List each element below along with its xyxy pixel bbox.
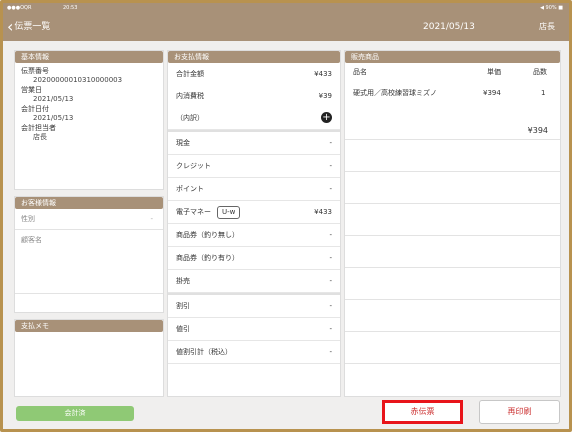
- discount-row[interactable]: 割引 -: [168, 295, 340, 318]
- items-subtotal: ¥394: [527, 126, 548, 135]
- reprint-button[interactable]: 再印刷: [479, 400, 560, 424]
- divider: [345, 203, 560, 204]
- table-header: 品名 単価 品数: [345, 63, 560, 81]
- reduction-total-label: 値割引計（税込）: [176, 348, 232, 356]
- reduction-label: 値引: [176, 325, 190, 333]
- slip-number-label: 伝票番号: [21, 67, 49, 75]
- sales-items-header: 販売商品: [345, 51, 560, 63]
- voucher-change-row[interactable]: 商品券（釣り有り） -: [168, 247, 340, 270]
- divider: [15, 293, 163, 294]
- divider: [345, 299, 560, 300]
- credit-value: -: [329, 162, 332, 170]
- voucher-nochange-label: 商品券（釣り無し）: [176, 231, 239, 239]
- cashier-value: 店長: [33, 133, 47, 141]
- carrier-text: ●●●OQR: [7, 5, 32, 11]
- reduction-row[interactable]: 値引 -: [168, 318, 340, 341]
- payment-memo-panel: 支払メモ: [14, 319, 164, 397]
- gender-value: -: [150, 215, 153, 223]
- status-bar: ●●●OQR 20:53 ◀ 90% ■: [3, 3, 569, 13]
- breakdown-label: （内訳）: [176, 114, 204, 122]
- credit-sale-value: -: [329, 277, 332, 285]
- business-date-label: 営業日: [21, 86, 42, 94]
- gender-field[interactable]: 性別 -: [15, 209, 163, 230]
- payment-info-header: お支払情報: [168, 51, 340, 63]
- emoney-brand-badge: U-w: [217, 205, 241, 219]
- credit-sale-row[interactable]: 掛売 -: [168, 270, 340, 293]
- tax-value: ¥39: [318, 92, 332, 100]
- table-row[interactable]: 硬式用／高校練習球ミズノ ¥394 1: [345, 81, 560, 105]
- credit-label: クレジット: [176, 162, 211, 170]
- point-row[interactable]: ポイント -: [168, 178, 340, 201]
- payment-info-panel: お支払情報 合計金額 ¥433 内消費税 ¥39 （内訳） + 現金 - クレジ…: [167, 50, 341, 397]
- basic-info-panel: 基本情報 伝票番号 20200000010310000003 営業日 2021/…: [14, 50, 164, 190]
- customer-info-header: お客様情報: [15, 197, 163, 209]
- credit-row[interactable]: クレジット -: [168, 155, 340, 178]
- total-label: 合計金額: [176, 70, 204, 78]
- plus-circle-icon[interactable]: +: [321, 112, 332, 123]
- back-label: 伝票一覧: [14, 22, 51, 32]
- reduction-total-row: 値割引計（税込） -: [168, 341, 340, 364]
- credit-sale-label: 掛売: [176, 277, 190, 285]
- voucher-nochange-row[interactable]: 商品券（釣り無し） -: [168, 224, 340, 247]
- divider: [345, 267, 560, 268]
- emoney-value: ¥433: [314, 208, 332, 216]
- column-price: 単価: [487, 68, 501, 76]
- reduction-total-value: -: [329, 348, 332, 356]
- app-window: ●●●OQR 20:53 ◀ 90% ■ ‹伝票一覧 2021/05/13 店長…: [0, 0, 572, 432]
- sales-items-panel: 販売商品 品名 単価 品数 硬式用／高校練習球ミズノ ¥394 1 ¥394: [344, 50, 561, 397]
- total-value: ¥433: [314, 70, 332, 78]
- voucher-change-value: -: [329, 254, 332, 262]
- slip-number-value: 20200000010310000003: [33, 76, 123, 84]
- reduction-value: -: [329, 325, 332, 333]
- point-value: -: [329, 185, 332, 193]
- customer-name-field[interactable]: 顧客名: [15, 230, 163, 250]
- nav-bar: ‹伝票一覧 2021/05/13 店長: [3, 13, 569, 41]
- divider: [345, 171, 560, 172]
- customer-name-label: 顧客名: [21, 236, 42, 244]
- point-label: ポイント: [176, 185, 204, 193]
- voucher-nochange-value: -: [329, 231, 332, 239]
- battery-text: ◀ 90% ■: [540, 5, 563, 11]
- checkout-date-label: 会計日付: [21, 105, 49, 113]
- red-slip-button[interactable]: 赤伝票: [382, 400, 463, 424]
- divider: [345, 235, 560, 236]
- item-name: 硬式用／高校練習球ミズノ: [353, 89, 437, 97]
- clock-text: 20:53: [63, 5, 78, 11]
- cash-row[interactable]: 現金 -: [168, 132, 340, 155]
- checkout-date-value: 2021/05/13: [33, 114, 74, 122]
- nav-date: 2021/05/13: [423, 22, 475, 32]
- discount-value: -: [329, 302, 332, 310]
- cash-value: -: [329, 139, 332, 147]
- divider: [345, 331, 560, 332]
- column-name: 品名: [353, 68, 367, 76]
- emoney-row[interactable]: 電子マネー U-w ¥433: [168, 201, 340, 224]
- emoney-label: 電子マネー: [176, 208, 211, 216]
- business-date-value: 2021/05/13: [33, 95, 74, 103]
- back-button[interactable]: ‹伝票一覧: [7, 13, 50, 41]
- voucher-change-label: 商品券（釣り有り）: [176, 254, 239, 262]
- divider: [345, 363, 560, 364]
- breakdown-row: （内訳） +: [168, 107, 340, 130]
- tax-row: 内消費税 ¥39: [168, 85, 340, 107]
- cashier-label: 会計担当者: [21, 124, 56, 132]
- column-qty: 品数: [533, 68, 547, 76]
- basic-info-header: 基本情報: [15, 51, 163, 63]
- cash-label: 現金: [176, 139, 190, 147]
- divider: [345, 139, 560, 140]
- item-qty: 1: [541, 89, 546, 97]
- settled-button[interactable]: 会計済: [16, 406, 134, 421]
- payment-memo-header: 支払メモ: [15, 320, 163, 332]
- discount-label: 割引: [176, 302, 190, 310]
- item-price: ¥394: [483, 89, 501, 97]
- tax-label: 内消費税: [176, 92, 204, 100]
- gender-label: 性別: [21, 215, 35, 223]
- chevron-left-icon: ‹: [7, 17, 14, 36]
- nav-user: 店長: [539, 22, 555, 31]
- total-row: 合計金額 ¥433: [168, 63, 340, 85]
- customer-info-panel: お客様情報 性別 - 顧客名: [14, 196, 164, 313]
